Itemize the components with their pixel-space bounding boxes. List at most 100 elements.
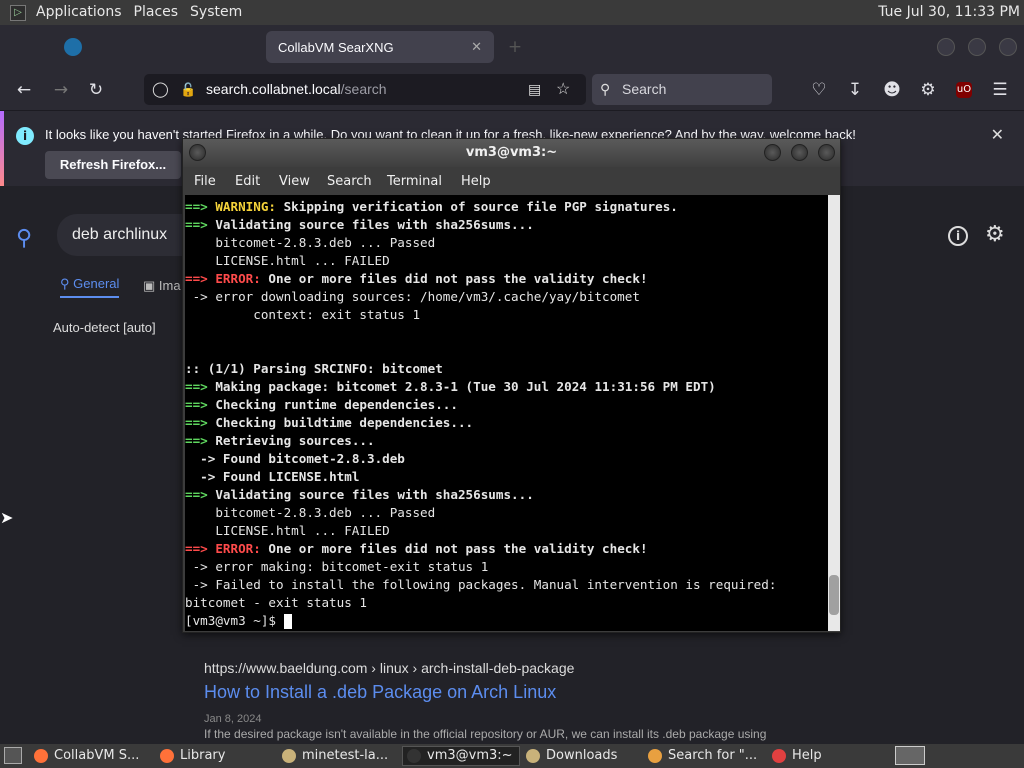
url-bar[interactable]: ◯ 🔓 search.collabnet.local/search ▤ ☆ [144, 74, 586, 105]
terminal-window[interactable]: vm3@vm3:~ File Edit View Search Terminal… [182, 138, 841, 633]
terminal-text: LICENSE.html ... FAILED [185, 253, 390, 268]
result-title[interactable]: How to Install a .deb Package on Arch Li… [204, 682, 556, 703]
tab-general[interactable]: ⚲ General [60, 276, 120, 298]
terminal-line: :: (1/1) Parsing SRCINFO: bitcomet [185, 360, 828, 378]
terminal-line: ==> ERROR: One or more files did not pas… [185, 540, 828, 558]
terminal-text: Making package: bitcomet 2.8.3-1 (Tue 30… [215, 379, 716, 394]
downloads-icon[interactable]: ↧ [844, 79, 866, 101]
terminal-lines: ==> WARNING: Skipping verification of so… [185, 198, 828, 612]
terminal-prompt: [vm3@vm3 ~]$ [185, 613, 284, 628]
os-logo-icon[interactable]: ▷ [10, 4, 26, 21]
applications-menu[interactable]: Applications [30, 0, 128, 25]
terminal-text: Found LICENSE.html [222, 469, 360, 484]
tab-images-label: Ima [158, 278, 181, 293]
terminal-minimize-button[interactable] [764, 144, 781, 161]
places-menu[interactable]: Places [128, 0, 185, 25]
tab-inactive[interactable] [6, 31, 264, 63]
terminal-maximize-button[interactable] [791, 144, 808, 161]
language-selector[interactable]: Auto-detect [auto] [53, 320, 156, 335]
taskbar-item[interactable]: Library [160, 746, 270, 766]
system-menu[interactable]: System [184, 0, 248, 25]
scrollbar-thumb[interactable] [829, 575, 839, 615]
url-path: /search [340, 81, 387, 97]
searxng-search-icon[interactable]: ⚲ [16, 226, 32, 251]
terminal-text: :: (1/1) Parsing SRCINFO: bitcomet [185, 361, 443, 376]
terminal-text: context: exit status 1 [185, 307, 421, 322]
taskbar-item[interactable]: Search for "... [648, 746, 766, 766]
menu-help[interactable]: Help [461, 174, 491, 189]
close-tab-icon[interactable]: ✕ [471, 39, 482, 55]
shield-icon[interactable]: ◯ [152, 74, 169, 105]
menu-file[interactable]: File [194, 174, 216, 189]
back-icon[interactable]: ← [13, 79, 35, 101]
terminal-line: -> error downloading sources: /home/vm3/… [185, 288, 828, 306]
terminal-icon [407, 749, 421, 763]
close-window-button[interactable] [999, 38, 1017, 56]
ublock-origin-icon[interactable]: uO [956, 82, 972, 98]
terminal-scrollbar[interactable] [828, 195, 840, 631]
menu-edit[interactable]: Edit [235, 174, 260, 189]
terminal-title: vm3@vm3:~ [465, 145, 558, 160]
taskbar-item[interactable]: vm3@vm3:~ [402, 746, 520, 766]
clock[interactable]: Tue Jul 30, 11:33 PM [878, 0, 1020, 25]
taskbar-item-label: minetest-la... [302, 748, 389, 763]
result-url[interactable]: https://www.baeldung.com › linux › arch-… [204, 660, 574, 676]
new-tab-icon[interactable]: + [504, 36, 526, 58]
url-host: search.collabnet.local [206, 81, 341, 97]
account-icon[interactable]: ☻ [881, 79, 903, 101]
terminal-line: ==> Making package: bitcomet 2.8.3-1 (Tu… [185, 378, 828, 396]
taskbar-item[interactable]: Downloads [526, 746, 638, 766]
maximize-window-button[interactable] [968, 38, 986, 56]
terminal-menubar: File Edit View Search Terminal Help [183, 169, 840, 195]
close-notification-icon[interactable]: ✕ [991, 125, 1004, 144]
bookmark-star-icon[interactable]: ☆ [556, 74, 570, 105]
pocket-icon[interactable]: ♡ [808, 79, 830, 101]
taskbar-item[interactable]: minetest-la... [282, 746, 390, 766]
info-icon: i [16, 127, 34, 145]
edge-icon [64, 38, 82, 56]
search-bar[interactable]: ⚲ Search [592, 74, 772, 105]
terminal-line: ==> Checking runtime dependencies... [185, 396, 828, 414]
insecure-lock-icon[interactable]: 🔓 [180, 74, 196, 105]
gear-icon[interactable]: ⚙ [985, 222, 1005, 247]
terminal-line: -> error making: bitcomet-exit status 1 [185, 558, 828, 576]
terminal-line: context: exit status 1 [185, 306, 828, 324]
menu-view[interactable]: View [279, 174, 310, 189]
show-desktop-button[interactable] [4, 747, 22, 764]
terminal-text: -> error downloading sources: /home/vm3/… [185, 289, 640, 304]
taskbar-item[interactable]: Help [772, 746, 842, 766]
minimize-window-button[interactable] [937, 38, 955, 56]
forward-icon[interactable]: → [50, 79, 72, 101]
nav-bar: ← → ↻ ◯ 🔓 search.collabnet.local/search … [0, 69, 1024, 110]
terminal-prompt-line[interactable]: [vm3@vm3 ~]$ [185, 612, 828, 630]
search-placeholder: Search [622, 81, 667, 97]
result-date: Jan 8, 2024 [204, 713, 262, 725]
searxng-query-input[interactable]: deb archlinux [57, 214, 197, 256]
workspace-switcher[interactable] [895, 746, 925, 765]
terminal-titlebar[interactable]: vm3@vm3:~ [183, 139, 840, 167]
extensions-icon[interactable]: ⚙ [917, 79, 939, 101]
tab-collabvm-searxng[interactable]: CollabVM SearXNG ✕ [266, 31, 494, 63]
refresh-firefox-button[interactable]: Refresh Firefox... [45, 151, 181, 179]
reader-view-icon[interactable]: ▤ [528, 74, 541, 105]
menu-search[interactable]: Search [327, 174, 372, 189]
taskbar-item-label: vm3@vm3:~ [427, 748, 513, 763]
terminal-close-button[interactable] [818, 144, 835, 161]
terminal-line: ==> Validating source files with sha256s… [185, 216, 828, 234]
reload-icon[interactable]: ↻ [85, 79, 107, 101]
info-icon[interactable]: i [948, 226, 968, 246]
terminal-line: -> Failed to install the following packa… [185, 576, 828, 594]
terminal-text: Checking runtime dependencies... [215, 397, 458, 412]
taskbar-item[interactable]: CollabVM S... [34, 746, 152, 766]
notification-accent [0, 111, 4, 187]
tab-general-label: General [73, 276, 120, 291]
folder-icon [282, 749, 296, 763]
terminal-line: ==> ERROR: One or more files did not pas… [185, 270, 828, 288]
terminal-text: One or more files did not pass the valid… [260, 271, 648, 286]
hamburger-menu-icon[interactable]: ☰ [989, 79, 1011, 101]
menu-terminal[interactable]: Terminal [387, 174, 442, 189]
tab-images[interactable]: ▣ Ima [143, 278, 181, 294]
terminal-output[interactable]: ==> WARNING: Skipping verification of so… [185, 195, 828, 631]
